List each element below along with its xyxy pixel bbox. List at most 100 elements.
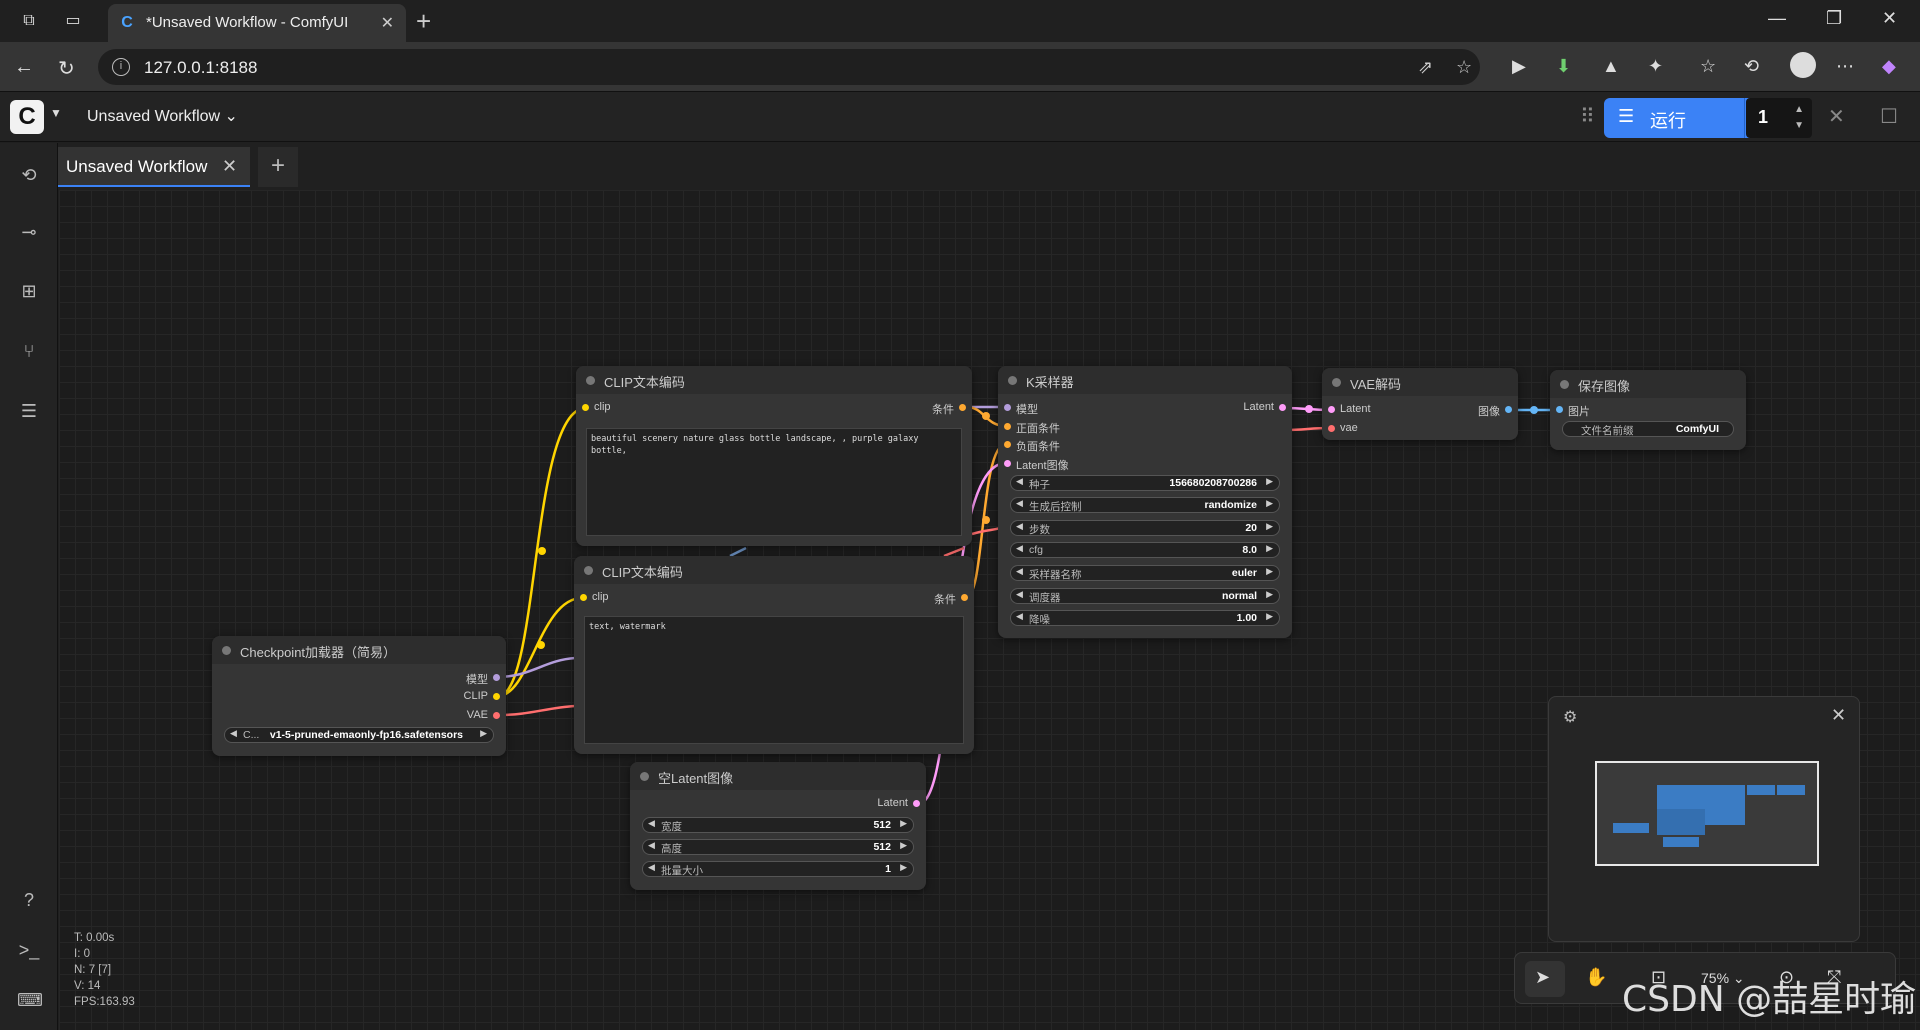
widget-filename-prefix[interactable]: 文件名前缀 ComfyUI <box>1562 421 1734 437</box>
tab-actions-icon[interactable]: ▭ <box>62 10 84 32</box>
output-pin-latent[interactable] <box>1279 404 1286 411</box>
output-pin-image[interactable] <box>1505 406 1512 413</box>
select-cursor-icon[interactable]: ➤ <box>1535 967 1550 988</box>
download-extension-icon[interactable]: ⬇ <box>1556 56 1571 77</box>
render-stats: T: 0.00s I: 0 N: 7 [7] V: 14 FPS:163.93 <box>74 932 135 1008</box>
browser-tab[interactable]: C *Unsaved Workflow - ComfyUI ✕ <box>108 4 406 42</box>
drag-handle-icon[interactable]: ⠿ <box>1580 104 1595 129</box>
widget-seed[interactable]: ◀ 种子 156680208700286 ▶ <box>1010 475 1280 491</box>
output-pin-model[interactable] <box>493 674 500 681</box>
workflows-icon[interactable]: ⑂ <box>17 339 41 363</box>
site-info-icon[interactable]: i <box>112 58 130 76</box>
node-save-image[interactable]: 保存图像 图片 文件名前缀 ComfyUI <box>1550 370 1746 450</box>
minimap-close-icon[interactable]: ✕ <box>1831 705 1846 726</box>
collapse-dot[interactable] <box>222 646 231 655</box>
prompt-textarea[interactable]: text, watermark <box>584 616 964 744</box>
widget-height[interactable]: ◀ 高度 512 ▶ <box>642 839 914 855</box>
widget-control-after-generate[interactable]: ◀ 生成后控制 randomize ▶ <box>1010 497 1280 513</box>
restore-icon[interactable]: ❐ <box>1826 8 1842 29</box>
input-pin-vae[interactable] <box>1328 425 1335 432</box>
widget-width[interactable]: ◀ 宽度 512 ▶ <box>642 817 914 833</box>
favorites-icon[interactable]: ☆ <box>1700 56 1716 77</box>
input-pin-model[interactable] <box>1004 404 1011 411</box>
templates-icon[interactable]: ☰ <box>17 399 41 423</box>
minimize-icon[interactable]: — <box>1768 8 1786 29</box>
chevron-down-icon[interactable]: ▼ <box>50 106 62 120</box>
minimap-node <box>1613 823 1649 833</box>
input-pin-image[interactable] <box>1556 406 1563 413</box>
favorite-star-icon[interactable]: ☆ <box>1456 57 1472 78</box>
minimap-panel[interactable]: ⚙ ✕ <box>1548 696 1860 942</box>
output-pin-conditioning[interactable] <box>959 404 966 411</box>
play-extension-icon[interactable]: ▶ <box>1512 56 1526 77</box>
collapse-dot[interactable] <box>1008 376 1017 385</box>
widget-cfg[interactable]: ◀ cfg 8.0 ▶ <box>1010 542 1280 558</box>
node-checkpoint-loader[interactable]: Checkpoint加载器（简易） 模型 CLIP VAE ◀ C... v1-5-… <box>212 636 506 756</box>
output-pin-conditioning[interactable] <box>961 594 968 601</box>
input-pin-positive[interactable] <box>1004 423 1011 430</box>
url-box[interactable]: i 127.0.0.1:8188 ⇗ ☆ <box>98 49 1480 85</box>
profile-avatar[interactable] <box>1790 52 1816 78</box>
triangle-extension-icon[interactable]: ▲ <box>1602 56 1620 77</box>
terminal-icon[interactable]: >_ <box>17 938 41 962</box>
node-ksampler[interactable]: K采样器 模型 正面条件 负面条件 Latent图像 Latent ◀ 种子 156… <box>998 366 1292 638</box>
widget-scheduler[interactable]: ◀ 调度器 normal ▶ <box>1010 588 1280 604</box>
workflow-tab[interactable]: Unsaved Workflow ✕ <box>58 147 250 187</box>
new-tab-icon[interactable]: + <box>416 6 431 37</box>
input-pin-latent[interactable] <box>1004 460 1011 467</box>
reload-icon[interactable]: ↻ <box>58 56 75 81</box>
address-bar-row: ← ↻ i 127.0.0.1:8188 ⇗ ☆ ▶ ⬇ ▲ ✦ ☆ ⟲ ⋯ ◆ <box>0 42 1920 92</box>
widget-sampler-name[interactable]: ◀ 采样器名称 euler ▶ <box>1010 565 1280 581</box>
node-clip-text-encode-positive[interactable]: CLIP文本编码 clip 条件 beautiful scenery natur… <box>576 366 972 546</box>
share-icon[interactable]: ⇗ <box>1418 57 1433 78</box>
collapse-dot[interactable] <box>1332 378 1341 387</box>
stop-icon[interactable]: ☐ <box>1880 104 1898 129</box>
close-tab-icon[interactable]: ✕ <box>381 13 394 33</box>
input-pin-clip[interactable] <box>582 404 589 411</box>
keyboard-icon[interactable]: ⌨ <box>17 988 43 1012</box>
back-icon[interactable]: ← <box>14 56 34 79</box>
widget-steps[interactable]: ◀ 步数 20 ▶ <box>1010 520 1280 536</box>
input-pin-clip[interactable] <box>580 594 587 601</box>
input-pin-negative[interactable] <box>1004 441 1011 448</box>
collapse-dot[interactable] <box>640 772 649 781</box>
more-menu-icon[interactable]: ⋯ <box>1836 56 1854 77</box>
watermark: CSDN @喆星时瑜 <box>1622 979 1917 1020</box>
minimap-viewport[interactable] <box>1595 761 1819 866</box>
output-pin-latent[interactable] <box>913 800 920 807</box>
close-workflow-icon[interactable]: ✕ <box>222 156 237 177</box>
workflow-menu[interactable]: Unsaved Workflow ⌄ <box>87 106 238 126</box>
cancel-icon[interactable]: ✕ <box>1828 104 1845 129</box>
url-text[interactable]: 127.0.0.1:8188 <box>144 58 257 78</box>
widget-denoise[interactable]: ◀ 降噪 1.00 ▶ <box>1010 610 1280 626</box>
copilot-icon[interactable]: ◆ <box>1882 56 1896 77</box>
history-icon[interactable]: ⟲ <box>1744 56 1759 77</box>
node-empty-latent-image[interactable]: 空Latent图像 Latent ◀ 宽度 512 ▶ ◀ 高度 512 ▶ ◀ 批量大小 1 ▶ <box>630 762 926 890</box>
batch-count-input[interactable]: 1 ▲ ▼ <box>1746 98 1812 138</box>
collapse-dot[interactable] <box>1560 380 1569 389</box>
node-library-icon[interactable]: ⊸ <box>17 220 41 244</box>
input-pin-latent[interactable] <box>1328 406 1335 413</box>
node-clip-text-encode-negative[interactable]: CLIP文本编码 clip 条件 text, watermark <box>574 556 974 754</box>
output-pin-vae[interactable] <box>493 712 500 719</box>
pan-hand-icon[interactable]: ✋ <box>1585 967 1607 988</box>
collapse-dot[interactable] <box>586 376 595 385</box>
collapse-dot[interactable] <box>584 566 593 575</box>
minimap-settings-icon[interactable]: ⚙ <box>1563 707 1577 727</box>
extensions-puzzle-icon[interactable]: ✦ <box>1648 56 1663 77</box>
close-window-icon[interactable]: ✕ <box>1882 8 1897 29</box>
add-workflow-button[interactable]: + <box>258 147 298 187</box>
comfyui-logo-icon[interactable]: C <box>10 100 44 134</box>
decrement-icon[interactable]: ▼ <box>1794 120 1804 131</box>
widget-ckpt-name[interactable]: ◀ C... v1-5-pruned-emaonly-fp16.safetensor… <box>224 727 494 743</box>
increment-icon[interactable]: ▲ <box>1794 104 1804 115</box>
queue-history-icon[interactable]: ⟲ <box>17 163 41 187</box>
node-vae-decode[interactable]: VAE解码 Latent vae 图像 <box>1322 368 1518 440</box>
help-icon[interactable]: ? <box>17 888 41 912</box>
output-pin-clip[interactable] <box>493 693 500 700</box>
model-library-icon[interactable]: ⊞ <box>17 279 41 303</box>
widget-batch-size[interactable]: ◀ 批量大小 1 ▶ <box>642 861 914 877</box>
run-button[interactable]: ☰ 运行 <box>1604 98 1744 138</box>
prompt-textarea[interactable]: beautiful scenery nature glass bottle la… <box>586 428 962 536</box>
workspaces-icon[interactable]: ⧉ <box>18 10 40 32</box>
